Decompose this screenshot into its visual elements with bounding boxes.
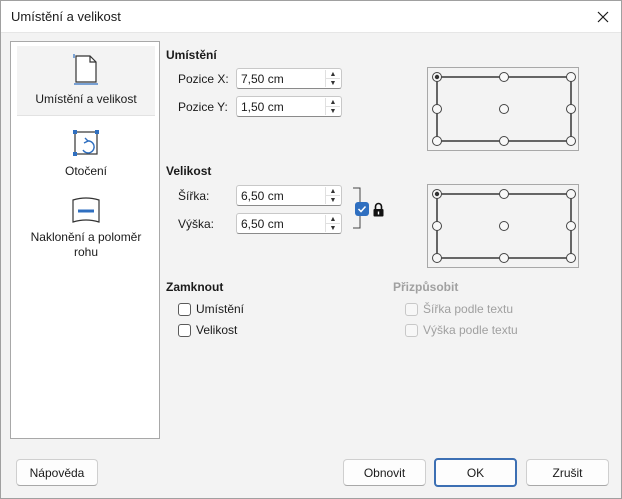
height-value[interactable]: 6,50 cm (241, 217, 284, 231)
height-spinner[interactable]: 6,50 cm ▲ ▼ (236, 213, 342, 234)
help-button[interactable]: Nápověda (16, 459, 98, 486)
up-arrow-icon: ▲ (329, 98, 337, 106)
position-size-dialog: Umístění a velikost Umístění a velikost (0, 0, 622, 499)
lock-size-checkbox-row[interactable]: Velikost (178, 323, 237, 337)
position-x-value[interactable]: 7,50 cm (241, 72, 284, 86)
fit-height-label: Výška podle textu (423, 323, 518, 337)
decrement-button[interactable]: ▼ (325, 196, 340, 204)
width-spinner[interactable]: 6,50 cm ▲ ▼ (236, 185, 342, 206)
fit-height-checkbox (405, 323, 418, 337)
down-arrow-icon: ▼ (329, 107, 337, 115)
position-section-title: Umístění (166, 48, 217, 62)
page-icon (73, 52, 99, 86)
fit-width-label: Šířka podle textu (423, 302, 514, 316)
close-button[interactable] (591, 5, 615, 29)
position-x-spinner[interactable]: 7,50 cm ▲ ▼ (236, 68, 342, 89)
lock-size-label: Velikost (196, 323, 238, 337)
fit-section-title: Přizpůsobit (393, 280, 459, 294)
position-x-label: Pozice X: (178, 72, 229, 86)
down-arrow-icon: ▼ (329, 79, 337, 87)
lock-icon (373, 202, 384, 217)
sidebar-item-label: Naklonění a poloměr rohu (30, 230, 142, 259)
keep-ratio-checkbox[interactable] (355, 202, 369, 216)
size-base-point-selector[interactable] (427, 184, 579, 268)
slant-icon (70, 196, 102, 226)
base-point-grid-icon (432, 189, 576, 263)
up-arrow-icon: ▲ (329, 215, 337, 223)
fit-height-checkbox-row: Výška podle textu (405, 323, 518, 337)
sidebar-item-slant-radius[interactable]: Naklonění a poloměr rohu (17, 190, 155, 259)
lock-section-title: Zamknout (166, 280, 224, 294)
position-base-point-selector[interactable] (427, 67, 579, 151)
cancel-button[interactable]: Zrušit (526, 459, 609, 486)
checkmark-icon (357, 205, 367, 213)
lock-size-checkbox[interactable] (178, 323, 191, 337)
sidebar-item-rotation[interactable]: Otočení (17, 120, 155, 186)
width-value[interactable]: 6,50 cm (241, 189, 284, 203)
decrement-button[interactable]: ▼ (325, 107, 340, 115)
position-y-value[interactable]: 1,50 cm (241, 100, 284, 114)
height-label: Výška: (178, 217, 215, 231)
rotate-icon (71, 126, 101, 160)
sidebar-item-label: Otočení (64, 164, 108, 178)
down-arrow-icon: ▼ (329, 224, 337, 232)
fit-width-checkbox-row: Šířka podle textu (405, 302, 513, 316)
increment-button[interactable]: ▲ (325, 98, 340, 107)
up-arrow-icon: ▲ (329, 187, 337, 195)
width-label: Šířka: (178, 189, 210, 203)
sidebar: Umístění a velikost Otočení Naklonění a … (10, 41, 160, 439)
lock-position-checkbox[interactable] (178, 302, 191, 316)
lock-position-checkbox-row[interactable]: Umístění (178, 302, 244, 316)
lock-position-label: Umístění (196, 302, 245, 316)
position-y-spinner[interactable]: 1,50 cm ▲ ▼ (236, 96, 342, 117)
increment-button[interactable]: ▲ (325, 70, 340, 79)
reset-button[interactable]: Obnovit (343, 459, 426, 486)
increment-button[interactable]: ▲ (325, 215, 340, 224)
fit-width-checkbox (405, 302, 418, 316)
decrement-button[interactable]: ▼ (325, 224, 340, 232)
title-bar: Umístění a velikost (1, 1, 621, 33)
close-icon (597, 11, 609, 23)
size-section-title: Velikost (166, 164, 212, 178)
down-arrow-icon: ▼ (329, 196, 337, 204)
position-y-label: Pozice Y: (178, 100, 228, 114)
increment-button[interactable]: ▲ (325, 187, 340, 196)
sidebar-item-position-size[interactable]: Umístění a velikost (17, 46, 155, 116)
base-point-grid-icon (432, 72, 576, 146)
up-arrow-icon: ▲ (329, 70, 337, 78)
sidebar-item-label: Umístění a velikost (35, 92, 137, 106)
decrement-button[interactable]: ▼ (325, 79, 340, 87)
window-title: Umístění a velikost (11, 9, 121, 24)
ok-button[interactable]: OK (434, 458, 517, 487)
